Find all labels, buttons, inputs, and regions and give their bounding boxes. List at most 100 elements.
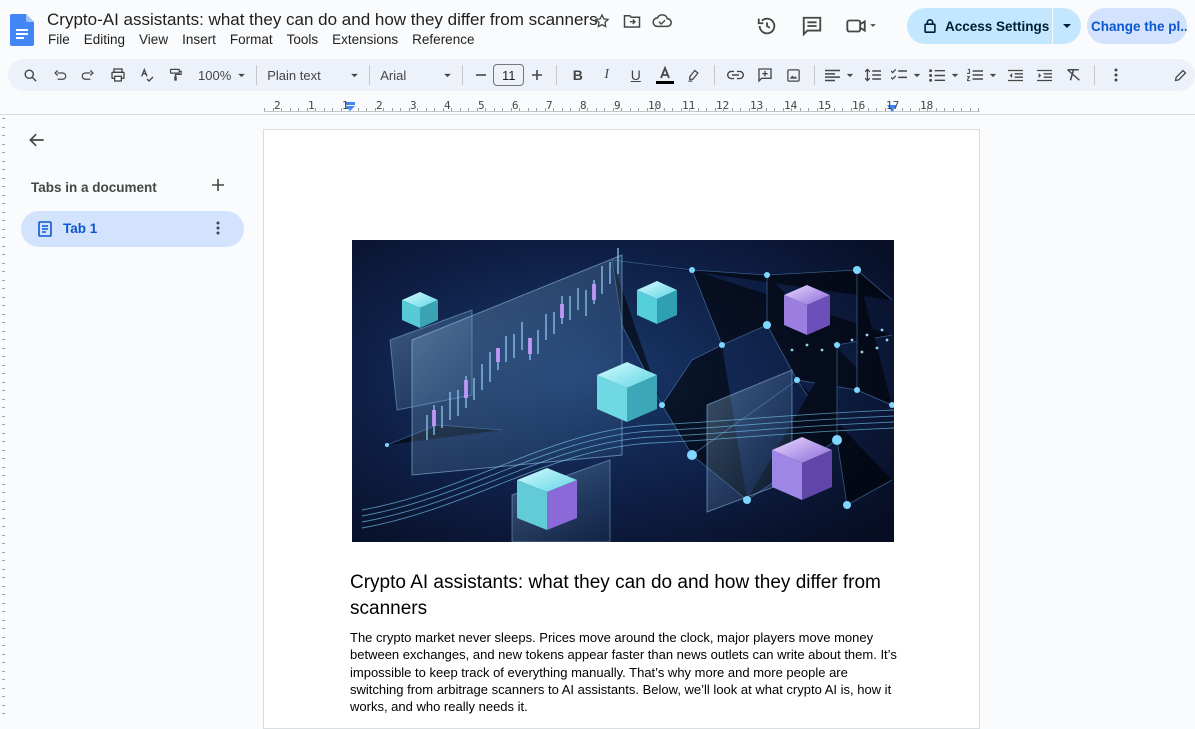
spellcheck-icon[interactable] [132,61,161,89]
print-icon[interactable] [103,61,132,89]
vertical-ruler-tick-mark [2,619,5,621]
more-options-icon[interactable] [1101,61,1130,89]
change-plan-button[interactable]: Change the pl... [1087,8,1187,44]
ruler-tick-mark [629,108,631,111]
vertical-ruler-tick-mark [2,483,5,485]
clear-formatting-icon[interactable] [1059,61,1088,89]
ruler-tick-mark [799,108,801,111]
crypto-hero-image[interactable] [352,240,894,542]
document-title[interactable]: Crypto-AI assistants: what they can do a… [47,10,598,30]
menu-tools[interactable]: Tools [287,32,326,47]
font-family-select[interactable]: Arial [376,61,456,89]
horizontal-ruler[interactable]: 2 1 1 2 3 4 5 6 7 8 9 10 11 12 13 14 15 16 17 18 [264,97,980,115]
menu-extensions[interactable]: Extensions [332,32,405,47]
vertical-ruler-tick-mark [2,424,5,425]
menu-bar: File Editing View Insert Format Tools Ex… [48,32,488,47]
vertical-ruler-tick-mark [2,220,5,221]
star-icon[interactable] [592,11,612,31]
font-size-input[interactable]: 11 [493,64,525,86]
ruler-tick-mark [391,108,393,111]
docs-logo-icon[interactable] [10,14,34,46]
meet-video-icon[interactable] [842,8,882,44]
menu-editing[interactable]: Editing [84,32,132,47]
paint-format-icon[interactable] [161,61,190,89]
italic-icon[interactable]: I [592,61,621,89]
ruler-tick-mark [961,108,962,111]
redo-icon[interactable] [74,61,103,89]
vertical-ruler-tick-mark [2,160,5,162]
vertical-ruler-tick-mark [2,415,5,417]
undo-icon[interactable] [45,61,74,89]
vertical-ruler-tick-mark [2,254,5,255]
ruler-tick-label: 6 [512,99,519,112]
vertical-ruler-tick-mark [2,237,5,238]
vertical-ruler-tick-mark [2,288,5,289]
move-folder-icon[interactable] [622,11,642,31]
menu-insert[interactable]: Insert [182,32,223,47]
ruler-tick-mark [978,108,979,111]
ruler-tick-label: 4 [444,99,451,112]
ruler-tick-mark [748,108,750,111]
tab-more-options-icon[interactable] [216,220,220,236]
text-color-icon[interactable] [650,61,679,89]
insert-comment-icon[interactable] [750,61,779,89]
underline-icon[interactable]: U [621,61,650,89]
ruler-tick-mark [816,108,818,111]
paragraph-style-select[interactable]: Plain text [263,61,363,89]
ruler-tick-mark [893,108,894,111]
menu-view[interactable]: View [139,32,175,47]
increase-font-size-icon[interactable] [524,61,550,89]
checklist-select[interactable] [887,61,925,89]
ruler-tick-mark [663,108,665,111]
ruler-tick-label: 1 [342,99,349,112]
ruler-tick-label: 7 [546,99,553,112]
back-arrow-icon[interactable] [27,130,49,152]
vertical-ruler-tick-mark [2,517,5,519]
ruler-tick-mark [867,108,869,111]
menu-reference[interactable]: Reference [412,32,481,47]
access-settings-button[interactable]: Access Settings [907,8,1052,44]
add-tab-icon[interactable] [211,178,229,196]
numbered-list-icon [967,68,984,82]
document-page[interactable]: Crypto AI assistants: what they can do a… [263,129,980,729]
numbered-list-select[interactable] [963,61,1001,89]
vertical-ruler-tick-mark [2,611,5,612]
cloud-saved-icon[interactable] [652,11,672,31]
bulleted-list-select[interactable] [925,61,963,89]
zoom-select[interactable]: 100% [194,61,250,89]
tab-item-tab-1[interactable]: Tab 1 [21,211,244,247]
document-heading[interactable]: Crypto AI assistants: what they can do a… [350,570,910,622]
vertical-ruler-tick-mark [2,313,5,315]
highlight-color-icon[interactable] [679,61,708,89]
ruler-tick-label: 2 [274,99,281,112]
vertical-ruler-tick-mark [2,594,5,595]
menu-format[interactable]: Format [230,32,280,47]
version-history-icon[interactable] [752,8,782,44]
ruler-tick-mark [791,108,792,111]
vertical-ruler-tick-mark [2,373,5,374]
ruler-tick-mark [383,108,384,111]
insert-link-icon[interactable] [721,61,750,89]
document-tab-icon [38,221,52,237]
vertical-ruler-tick-mark [2,381,5,383]
decrease-font-size-icon[interactable] [469,61,493,89]
document-paragraph[interactable]: The crypto market never sleeps. Prices m… [350,629,900,715]
comments-icon[interactable] [797,8,827,44]
vertical-ruler-tick-mark [2,228,5,230]
vertical-ruler-tick-mark [2,441,5,442]
access-settings-dropdown[interactable] [1053,8,1081,44]
bold-icon[interactable]: B [563,61,592,89]
ruler-tick-mark [876,108,877,111]
search-menus-icon[interactable] [16,61,45,89]
align-select[interactable] [821,61,858,89]
line-spacing-icon[interactable] [858,61,887,89]
menu-file[interactable]: File [48,32,77,47]
ruler-tick-mark [264,108,265,111]
ruler-tick-mark [765,108,767,111]
ruler-tick-mark [459,108,461,111]
editing-mode-pencil-icon[interactable] [1166,61,1195,89]
decrease-indent-icon[interactable] [1001,61,1030,89]
insert-image-icon[interactable] [779,61,808,89]
vertical-ruler-tick-mark [2,322,5,323]
increase-indent-icon[interactable] [1030,61,1059,89]
